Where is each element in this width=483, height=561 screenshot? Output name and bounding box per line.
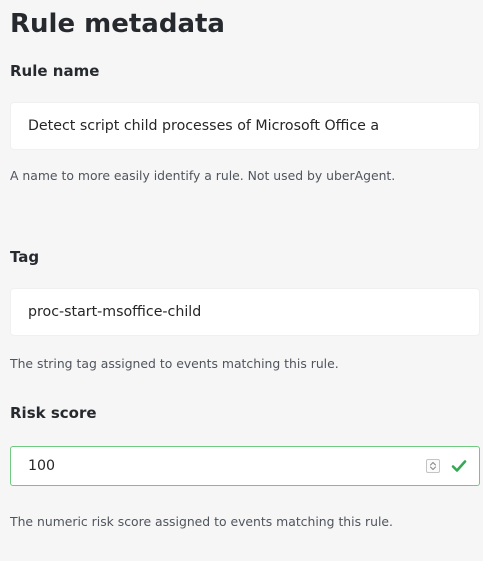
risk-score-input[interactable]: 100	[10, 446, 480, 486]
tag-input[interactable]: proc-start-msoffice-child	[10, 288, 480, 336]
tag-label: Tag	[10, 248, 40, 266]
risk-score-label: Risk score	[10, 404, 97, 422]
tag-value: proc-start-msoffice-child	[28, 304, 202, 320]
rule-name-help: A name to more easily identify a rule. N…	[10, 168, 396, 183]
risk-score-help: The numeric risk score assigned to event…	[10, 514, 393, 529]
checkmark-path	[451, 460, 467, 472]
checkmark-icon	[451, 458, 467, 474]
section-title: Rule metadata	[10, 9, 225, 39]
rule-name-label: Rule name	[10, 62, 100, 80]
rule-name-value: Detect script child processes of Microso…	[28, 118, 380, 134]
rule-name-input[interactable]: Detect script child processes of Microso…	[10, 102, 480, 150]
risk-score-value: 100	[28, 458, 56, 474]
tag-help: The string tag assigned to events matchi…	[10, 356, 339, 371]
spinner-arrows-icon[interactable]	[426, 459, 440, 473]
